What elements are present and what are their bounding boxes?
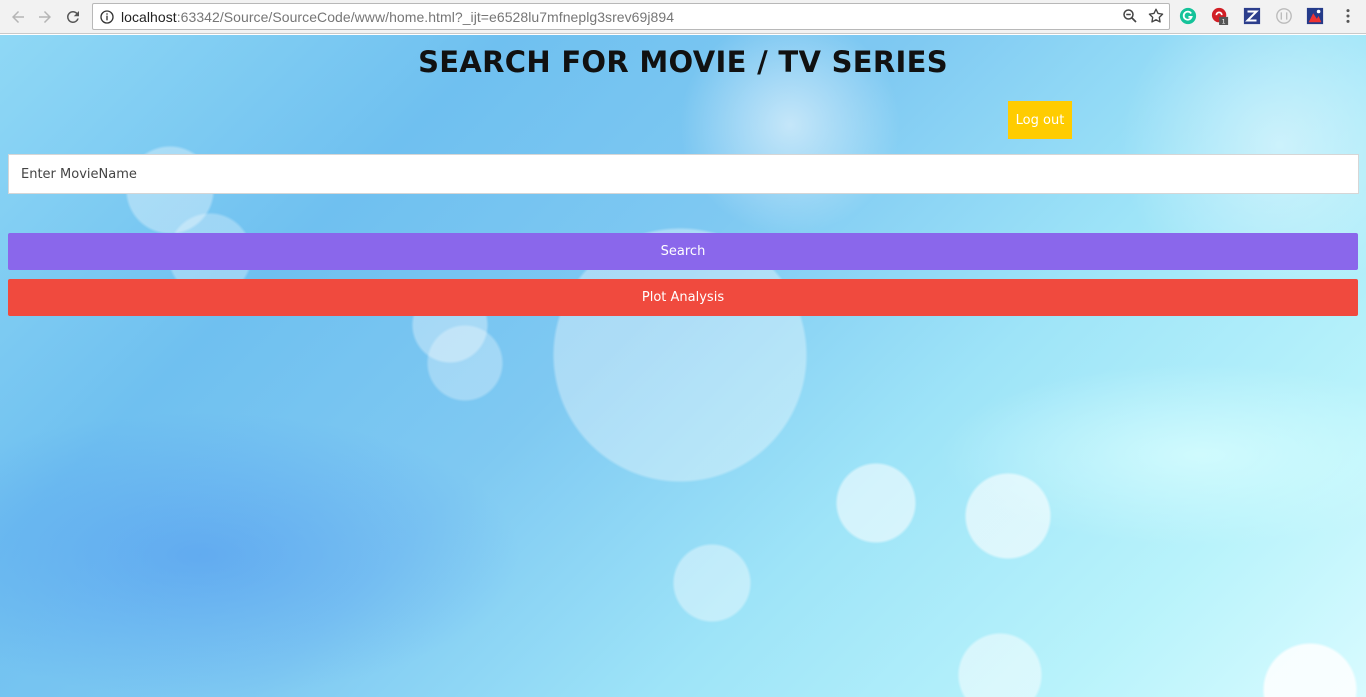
profile-extension-icon[interactable] (1306, 7, 1324, 25)
extension-badge: 1 (1222, 19, 1226, 25)
z-extension-icon[interactable] (1243, 7, 1261, 25)
page-content: SEARCH FOR MOVIE / TV SERIES Log out Sea… (0, 35, 1366, 697)
url-host: localhost (121, 8, 177, 25)
browser-toolbar: localhost:63342/Source/SourceCode/www/ho… (0, 0, 1366, 34)
back-button[interactable] (6, 5, 30, 29)
adblock-extension-icon[interactable]: 1 (1211, 7, 1229, 25)
plot-analysis-button[interactable]: Plot Analysis (8, 279, 1358, 316)
url-text: localhost:63342/Source/SourceCode/www/ho… (121, 9, 674, 25)
info-icon[interactable] (99, 9, 115, 25)
grammarly-extension-icon[interactable] (1179, 7, 1197, 25)
forward-arrow-icon (39, 11, 51, 23)
page-title: SEARCH FOR MOVIE / TV SERIES (418, 45, 948, 79)
address-bar[interactable]: localhost:63342/Source/SourceCode/www/ho… (92, 3, 1170, 30)
reload-icon (66, 10, 79, 23)
bookmark-star-icon[interactable] (1147, 7, 1165, 25)
movie-name-input[interactable] (8, 154, 1359, 194)
back-arrow-icon (12, 11, 24, 23)
menu-kebab-icon[interactable] (1339, 7, 1357, 25)
reload-button[interactable] (61, 5, 85, 29)
placeholder-extension-icon[interactable] (1275, 7, 1293, 25)
url-path: :63342/Source/SourceCode/www/home.html?_… (176, 8, 675, 25)
logout-button[interactable]: Log out (1008, 101, 1072, 139)
forward-button[interactable] (33, 5, 57, 29)
zoom-icon[interactable] (1121, 7, 1139, 25)
search-button[interactable]: Search (8, 233, 1358, 270)
